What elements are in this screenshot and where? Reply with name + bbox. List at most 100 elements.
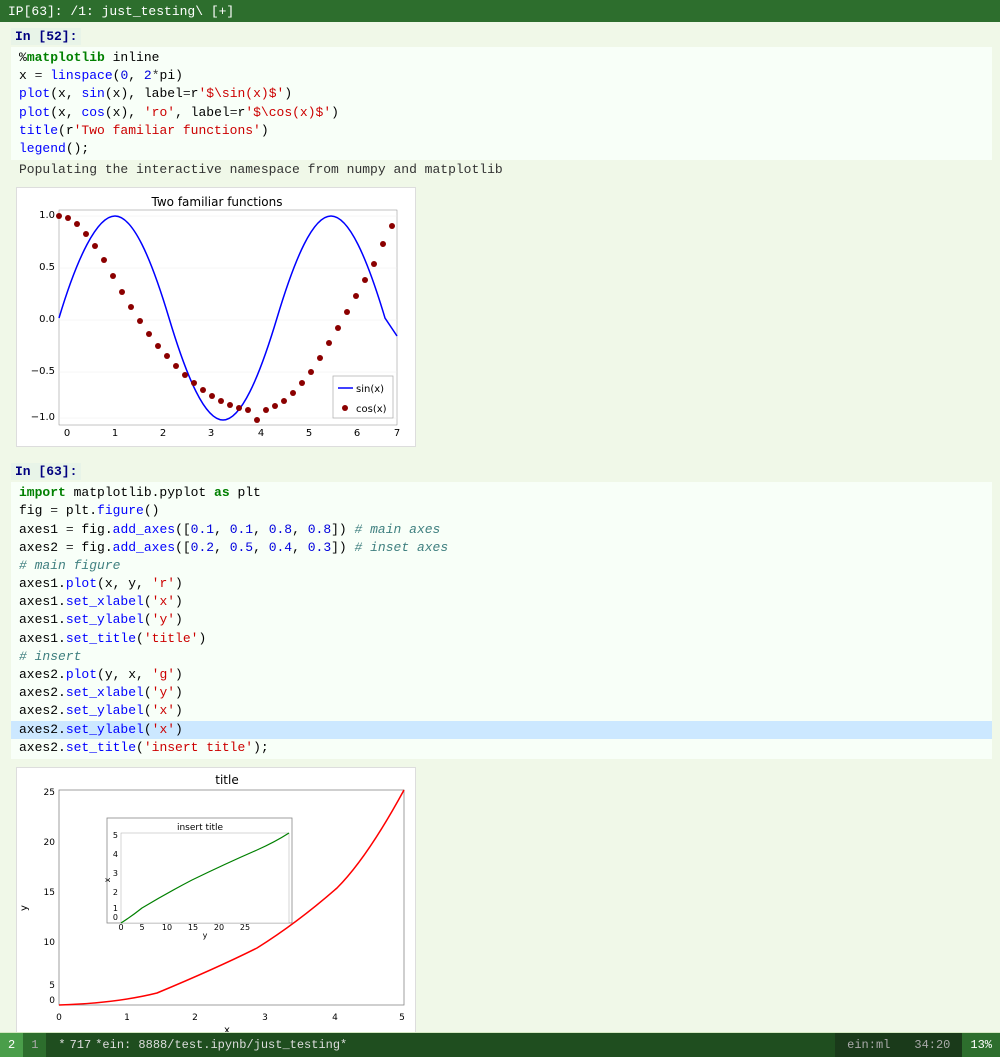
cos-dot (83, 231, 89, 237)
cos-dot (272, 403, 278, 409)
x-label-7: 7 (394, 428, 400, 439)
y-tick: 10 (44, 938, 56, 948)
cos-dot (236, 405, 242, 411)
inset-ytick: 0 (113, 913, 118, 922)
code-line: axes1 = fig.add_axes([0.1, 0.1, 0.8, 0.8… (11, 521, 992, 539)
inset-ytick: 4 (113, 850, 118, 859)
cos-dot (299, 380, 305, 386)
x-label-6: 6 (354, 428, 360, 439)
code-line: # insert (11, 648, 992, 666)
code-line: plot(x, sin(x), label=r'$\sin(x)$') (11, 85, 992, 103)
code-line: %matplotlib inline (11, 49, 992, 67)
cos-dot (173, 363, 179, 369)
x-label-0: 0 (64, 428, 70, 439)
status-filename: *ein: 8888/test.ipynb/just_testing* (95, 1038, 347, 1052)
status-num1: 2 (8, 1038, 15, 1052)
cos-dot (110, 273, 116, 279)
status-filename-area: * 717 *ein: 8888/test.ipynb/just_testing… (46, 1033, 835, 1057)
chart-2-svg: title y 25 20 15 10 5 0 0 1 2 3 4 5 x (16, 767, 416, 1032)
cos-dot (281, 398, 287, 404)
cos-dot (101, 257, 107, 263)
code-line: axes1.plot(x, y, 'r') (11, 575, 992, 593)
code-line: axes2.plot(y, x, 'g') (11, 666, 992, 684)
cos-dot (317, 355, 323, 361)
x-label-3: 3 (208, 428, 214, 439)
cos-dot (65, 215, 71, 221)
cell-52-code[interactable]: %matplotlib inline x = linspace(0, 2*pi)… (11, 47, 992, 160)
chart-1-title: Two familiar functions (151, 195, 283, 209)
inset-ytick: 1 (113, 904, 118, 913)
chart-2-container: title y 25 20 15 10 5 0 0 1 2 3 4 5 x (16, 767, 984, 1032)
y-label-neg1: −1.0 (31, 412, 55, 423)
x-tick: 4 (332, 1013, 338, 1023)
cos-dot (290, 390, 296, 396)
chart-2-xlabel: x (224, 1025, 230, 1032)
cos-dot (380, 241, 386, 247)
cos-dot (128, 304, 134, 310)
code-line: plot(x, cos(x), 'ro', label=r'$\cos(x)$'… (11, 104, 992, 122)
cell-63-code[interactable]: import matplotlib.pyplot as plt fig = pl… (11, 482, 992, 759)
cos-dot (227, 402, 233, 408)
status-indicator: * (58, 1038, 65, 1052)
legend-cos-label: cos(x) (356, 404, 387, 415)
inset-xtick: 10 (162, 923, 172, 932)
y-label-05: 0.5 (39, 262, 55, 273)
x-label-1: 1 (112, 428, 118, 439)
cos-dot (155, 343, 161, 349)
inset-title: insert title (177, 823, 224, 833)
cos-dot (326, 340, 332, 346)
cos-dot (389, 223, 395, 229)
inset-xtick: 15 (188, 923, 198, 932)
code-line: axes1.set_title('title') (11, 630, 992, 648)
inset-xtick: 0 (118, 923, 123, 932)
cos-dot (182, 372, 188, 378)
y-tick: 5 (49, 981, 55, 991)
title-bar: IP[63]: /1: just_testing\ [+] (0, 0, 1000, 22)
code-line: legend(); (11, 140, 992, 158)
status-bar: 2 1 * 717 *ein: 8888/test.ipynb/just_tes… (0, 1033, 1000, 1057)
x-tick: 3 (262, 1013, 268, 1023)
code-line: axes2.set_ylabel('x') (11, 721, 992, 739)
cos-dot (254, 417, 260, 423)
y-tick: 0 (49, 996, 55, 1006)
code-line: axes1.set_xlabel('x') (11, 593, 992, 611)
y-label-0: 0.0 (39, 314, 55, 325)
cos-dot (353, 293, 359, 299)
inset-xtick: 20 (214, 923, 224, 932)
status-line-count: 717 (70, 1038, 92, 1052)
x-tick: 0 (56, 1013, 62, 1023)
cos-dot (56, 213, 62, 219)
inset-xtick: 25 (240, 923, 250, 932)
cos-dot (371, 261, 377, 267)
cos-dot (362, 277, 368, 283)
cos-dot (92, 243, 98, 249)
code-line: # main figure (11, 557, 992, 575)
chart-2-main-title: title (215, 773, 238, 787)
cos-dot (137, 318, 143, 324)
cos-dot (209, 393, 215, 399)
status-mode-2: 1 (23, 1033, 46, 1057)
cos-dot (146, 331, 152, 337)
y-tick: 20 (44, 838, 56, 848)
code-line: import matplotlib.pyplot as plt (11, 484, 992, 502)
inset-ytick: 2 (113, 888, 118, 897)
cos-dot (245, 407, 251, 413)
code-line: x = linspace(0, 2*pi) (11, 67, 992, 85)
cell-52-prompt: In [52]: (11, 28, 81, 45)
cos-dot (74, 221, 80, 227)
y-label-neg05: −0.5 (31, 366, 55, 377)
cos-dot (335, 325, 341, 331)
chart-2-ylabel: y (19, 905, 30, 911)
inset-xlabel: y (203, 931, 208, 940)
title-text: IP[63]: /1: just_testing\ [+] (8, 4, 234, 19)
x-label-4: 4 (258, 428, 264, 439)
cell-52-output-text: Populating the interactive namespace fro… (11, 160, 992, 179)
cos-dot (191, 380, 197, 386)
status-num2: 1 (31, 1038, 38, 1052)
status-mode-name: ein:ml (835, 1033, 902, 1057)
inset-ylabel: x (103, 877, 112, 882)
inset-ytick: 5 (113, 831, 118, 840)
legend-cos-dot (342, 405, 348, 411)
cos-dot (344, 309, 350, 315)
cell-52: In [52]: %matplotlib inline x = linspace… (0, 22, 1000, 183)
